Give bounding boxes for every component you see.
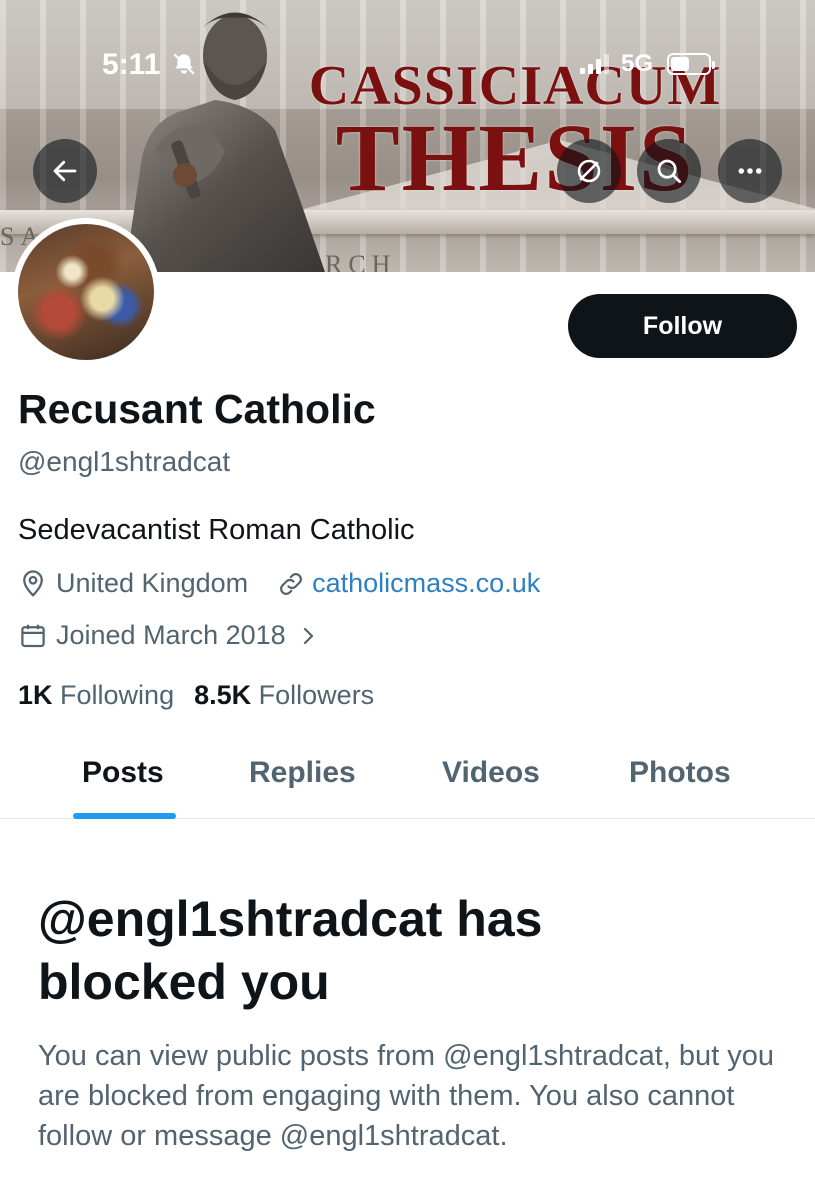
bio: Sedevacantist Roman Catholic [18,514,415,546]
avatar[interactable] [12,218,160,366]
tab-videos[interactable]: Videos [442,756,540,790]
location-pin-icon [23,569,43,597]
avatar-image [18,224,154,360]
follow-stats: 1K Following 8.5K Followers [18,680,374,711]
search-button[interactable] [637,139,701,203]
active-tab-indicator [73,813,176,819]
joined-date-row[interactable]: Joined March 2018 [18,620,320,651]
status-indicators: 5G [580,50,716,78]
location-text: United Kingdom [56,568,249,598]
more-icon [738,168,762,174]
mute-button[interactable] [557,139,621,203]
blocked-message: You can view public posts from @engl1sht… [38,1040,775,1152]
bell-slash-icon [173,53,195,75]
status-time: 5:11 [102,48,197,82]
blocked-title: @engl1shtradcat has blocked you [38,891,543,1010]
network-label: 5G [621,50,654,77]
follow-button[interactable]: Follow [568,294,797,358]
following-count: 1K [18,680,53,710]
tab-replies[interactable]: Replies [249,756,356,790]
followers-count: 8.5K [194,680,252,710]
tab-photos[interactable]: Photos [629,756,731,790]
mute-icon [577,159,601,183]
followers-stat[interactable]: 8.5K Followers [194,680,374,711]
following-stat[interactable]: 1K Following [18,680,174,711]
display-name: Recusant Catholic [18,386,376,432]
following-label: Following [60,680,175,710]
status-time-text: 5:11 [102,48,161,81]
calendar-icon [21,624,45,647]
link-icon [280,572,303,595]
signal-icon [580,54,609,74]
profile-tabs: Posts Replies Videos Photos [0,740,815,819]
website-link[interactable]: catholicmass.co.uk [312,568,540,599]
tab-posts[interactable]: Posts [82,756,164,790]
arrow-left-icon [53,160,77,182]
followers-label: Followers [258,680,375,710]
battery-icon [667,53,716,75]
chevron-right-icon [303,627,313,644]
joined-text: Joined March 2018 [56,620,286,650]
more-button[interactable] [718,139,782,203]
search-icon [657,159,681,183]
user-handle: @engl1shtradcat [18,446,231,477]
back-button[interactable] [33,139,97,203]
profile-meta-location-website: United Kingdom catholicmass.co.uk [18,568,540,599]
